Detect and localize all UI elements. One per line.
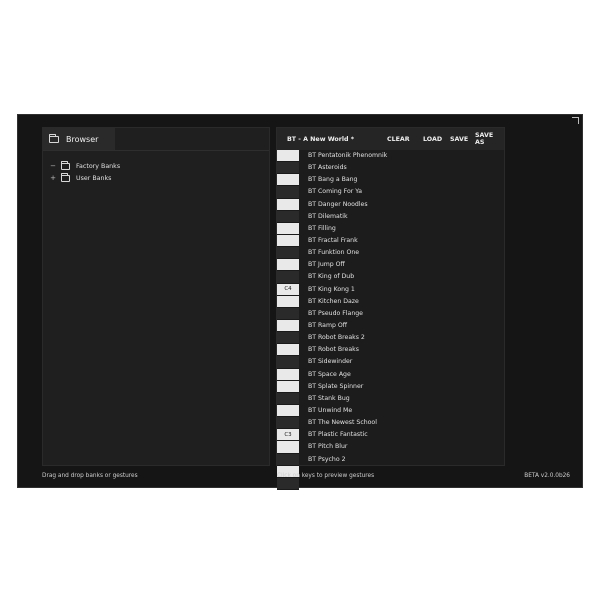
key-label: C3 [284, 431, 292, 438]
browser-tab[interactable]: Browser [43, 128, 115, 150]
gesture-item[interactable]: BT Pseudo Flange [308, 308, 387, 320]
browser-panel: Browser − Factory Banks + User Banks [42, 127, 270, 466]
piano-key[interactable] [277, 174, 299, 187]
piano-key[interactable] [277, 307, 299, 320]
tree-item-label: User Banks [76, 174, 112, 182]
piano-key[interactable] [277, 150, 299, 163]
save-button[interactable]: SAVE [450, 136, 468, 143]
gesture-item[interactable]: BT Bang a Bang [308, 174, 387, 186]
gesture-item[interactable]: BT Plastic Fantastic [308, 429, 387, 441]
gesture-item[interactable]: BT Space Age [308, 369, 387, 381]
piano-key[interactable]: C4 [277, 283, 299, 296]
gesture-item[interactable]: BT Kitchen Daze [308, 296, 387, 308]
resize-handle[interactable] [572, 117, 579, 124]
gesture-item[interactable]: BT Splate Spinner [308, 381, 387, 393]
gesture-item[interactable]: BT King of Dub [308, 271, 387, 283]
gesture-item[interactable]: BT King Kong 1 [308, 284, 387, 296]
status-left: Drag and drop banks or gestures [42, 473, 138, 479]
gesture-item[interactable]: BT Coming For Ya [308, 186, 387, 198]
gesture-item[interactable]: BT Dilematik [308, 211, 387, 223]
bank-tree: − Factory Banks + User Banks [49, 160, 120, 184]
status-middle: Click on keys to preview gestures [277, 473, 375, 479]
gesture-item[interactable]: BT Asteroids [308, 162, 387, 174]
divider [43, 150, 269, 151]
gesture-item[interactable]: BT The Newest School [308, 417, 387, 429]
save-as-button[interactable]: SAVE AS [475, 132, 504, 146]
gesture-item[interactable]: BT Psycho 2 [308, 454, 387, 466]
folder-icon [61, 172, 70, 182]
piano-key[interactable] [277, 441, 299, 454]
piano-key[interactable] [277, 417, 299, 430]
browser-title: Browser [66, 134, 99, 144]
piano-key[interactable] [277, 247, 299, 260]
gesture-item[interactable]: BT Robot Breaks [308, 344, 387, 356]
gesture-item[interactable]: BT Jump Off [308, 259, 387, 271]
gesture-header: BT - A New World * CLEAR LOAD SAVE SAVE … [277, 128, 504, 150]
piano-key[interactable] [277, 295, 299, 308]
bank-title: BT - A New World * [287, 135, 355, 143]
piano-key[interactable] [277, 259, 299, 272]
piano-key[interactable] [277, 477, 299, 490]
tree-item-factory-banks[interactable]: − Factory Banks [49, 160, 120, 172]
gesture-item[interactable]: BT Pentatonik Phenomnik [308, 150, 387, 162]
piano-key[interactable] [277, 186, 299, 199]
piano-key[interactable] [277, 356, 299, 369]
folder-icon [49, 133, 59, 143]
gesture-item[interactable]: BT Ramp Off [308, 320, 387, 332]
piano-key[interactable] [277, 319, 299, 333]
piano-key[interactable] [277, 332, 299, 345]
piano-key[interactable] [277, 210, 299, 223]
load-button[interactable]: LOAD [423, 136, 442, 143]
version-label: BETA v2.0.0b26 [524, 473, 570, 479]
gesture-item[interactable]: BT Funktion One [308, 247, 387, 259]
piano-keyboard: C4 C3 [277, 150, 299, 490]
key-label: C4 [284, 286, 292, 293]
piano-key[interactable] [277, 234, 299, 248]
piano-key[interactable] [277, 222, 299, 235]
piano-key[interactable] [277, 453, 299, 466]
gesture-panel: BT - A New World * CLEAR LOAD SAVE SAVE … [276, 127, 505, 490]
piano-key[interactable] [277, 198, 299, 211]
piano-key[interactable] [277, 392, 299, 405]
gesture-item[interactable]: BT Stank Bug [308, 393, 387, 405]
collapse-icon[interactable]: − [49, 162, 57, 170]
tree-item-user-banks[interactable]: + User Banks [49, 172, 120, 184]
piano-key[interactable] [277, 368, 299, 381]
app-window: Browser − Factory Banks + User Banks BT … [17, 114, 583, 490]
clear-button[interactable]: CLEAR [387, 136, 410, 143]
gesture-list: BT Pentatonik Phenomnik BT Asteroids BT Ba… [308, 150, 387, 466]
folder-icon [61, 160, 70, 170]
gesture-item[interactable]: BT Unwind Me [308, 405, 387, 417]
gesture-item[interactable]: BT Danger Noodles [308, 199, 387, 211]
gesture-item[interactable]: BT Robot Breaks 2 [308, 332, 387, 344]
piano-key[interactable] [277, 380, 299, 393]
gesture-item[interactable]: BT Fractal Frank [308, 235, 387, 247]
piano-key[interactable]: C3 [277, 429, 299, 442]
gesture-item[interactable]: BT Sidewinder [308, 356, 387, 368]
piano-key[interactable] [277, 404, 299, 418]
piano-key[interactable] [277, 162, 299, 175]
gesture-item[interactable]: BT Pitch Blur [308, 441, 387, 453]
piano-key[interactable] [277, 271, 299, 284]
expand-icon[interactable]: + [49, 174, 57, 182]
tree-item-label: Factory Banks [76, 162, 121, 170]
piano-key[interactable] [277, 344, 299, 357]
gesture-item[interactable]: BT Filling [308, 223, 387, 235]
